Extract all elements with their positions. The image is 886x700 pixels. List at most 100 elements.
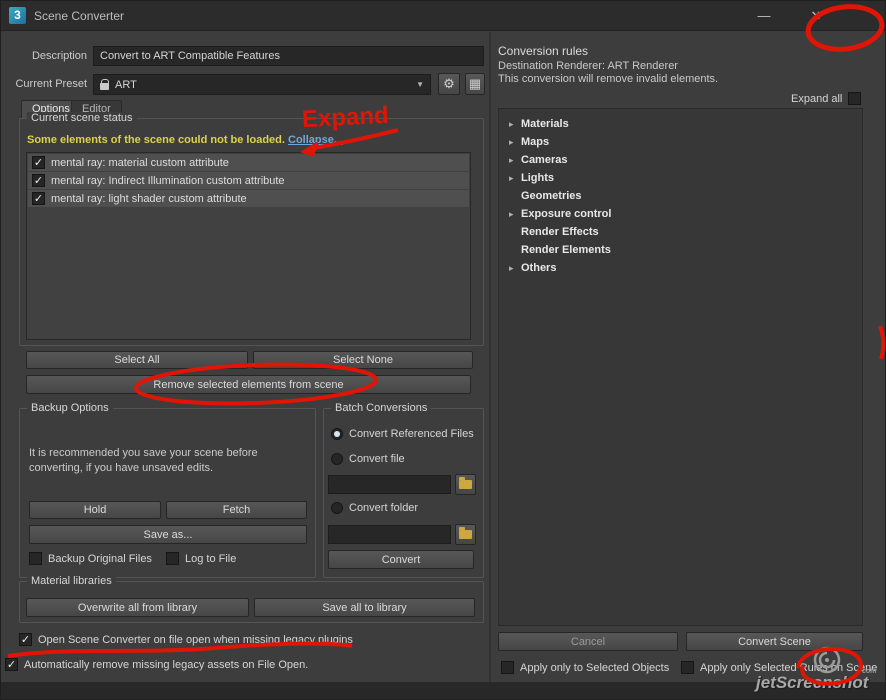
convert-folder-label: Convert folder bbox=[349, 502, 419, 514]
chevron-right-icon[interactable]: ▸ bbox=[509, 137, 521, 148]
apply-selected-rules-label: Apply only Selected Rules on Scene bbox=[700, 661, 878, 674]
cancel-button[interactable]: Cancel bbox=[498, 632, 678, 651]
chevron-right-icon[interactable]: ▸ bbox=[509, 173, 521, 184]
warning-text: Some elements of the scene could not be … bbox=[27, 134, 285, 146]
tree-item-materials[interactable]: ▸ Materials bbox=[499, 115, 862, 133]
folder-icon bbox=[459, 527, 472, 539]
bottom-strip bbox=[1, 682, 885, 699]
tree-item-label: Others bbox=[521, 262, 557, 274]
current-preset-dropdown[interactable]: ART ▼ bbox=[93, 74, 431, 95]
backup-note: It is recommended you save your scene be… bbox=[29, 447, 258, 474]
select-none-button[interactable]: Select None bbox=[253, 351, 473, 369]
open-on-missing-checkbox-row[interactable]: ✓ Open Scene Converter on file open when… bbox=[19, 633, 353, 646]
scene-status-list[interactable]: ✓ mental ray: material custom attribute … bbox=[26, 152, 471, 340]
convert-referenced-radio-row[interactable]: Convert Referenced Files bbox=[331, 428, 474, 440]
conversion-rules-tree[interactable]: ▸ Materials ▸ Maps ▸ Cameras ▸ Lights Ge… bbox=[498, 108, 863, 626]
open-on-missing-checkbox[interactable]: ✓ bbox=[19, 633, 32, 646]
preset-settings-button[interactable]: ⚙ bbox=[438, 73, 460, 95]
row-label: mental ray: light shader custom attribut… bbox=[51, 192, 247, 205]
scene-status-row[interactable]: ✓ mental ray: light shader custom attrib… bbox=[28, 190, 469, 207]
panel-splitter[interactable] bbox=[489, 32, 491, 699]
convert-file-radio[interactable] bbox=[331, 453, 343, 465]
expand-all-checkbox-row[interactable]: Expand all bbox=[791, 92, 862, 105]
scene-status-row[interactable]: ✓ mental ray: Indirect Illumination cust… bbox=[28, 172, 469, 189]
tree-item-label: Exposure control bbox=[521, 208, 612, 220]
conversion-rules-title: Conversion rules bbox=[498, 44, 589, 58]
apply-selected-rules-checkbox-row[interactable]: Apply only Selected Rules on Scene bbox=[681, 661, 877, 674]
apply-selected-objects-label: Apply only to Selected Objects bbox=[520, 661, 670, 674]
row-checkbox[interactable]: ✓ bbox=[32, 156, 45, 169]
current-preset-label: Current Preset bbox=[15, 78, 87, 90]
scene-status-group-label: Current scene status bbox=[27, 112, 137, 124]
log-to-file-label: Log to File bbox=[185, 552, 237, 565]
chevron-right-icon[interactable]: ▸ bbox=[509, 119, 521, 130]
backup-original-label: Backup Original Files bbox=[48, 552, 152, 565]
folder-icon bbox=[459, 477, 472, 489]
log-to-file-checkbox[interactable] bbox=[166, 552, 179, 565]
tree-item-lights[interactable]: ▸ Lights bbox=[499, 169, 862, 187]
tree-item-maps[interactable]: ▸ Maps bbox=[499, 133, 862, 151]
row-label: mental ray: material custom attribute bbox=[51, 156, 229, 169]
convert-folder-radio-row[interactable]: Convert folder bbox=[331, 502, 418, 514]
backup-original-checkbox[interactable] bbox=[29, 552, 42, 565]
tree-item-others[interactable]: ▸ Others bbox=[499, 259, 862, 277]
close-button[interactable]: ✕ bbox=[801, 8, 831, 24]
chevron-right-icon[interactable]: ▸ bbox=[509, 209, 521, 220]
save-as-button[interactable]: Save as... bbox=[29, 525, 307, 544]
convert-file-path-input[interactable] bbox=[328, 475, 451, 494]
current-preset-value: ART bbox=[115, 78, 137, 91]
select-all-button[interactable]: Select All bbox=[26, 351, 248, 369]
description-input[interactable] bbox=[93, 46, 484, 66]
batch-conversions-group-label: Batch Conversions bbox=[331, 402, 432, 414]
remove-selected-button[interactable]: Remove selected elements from scene bbox=[26, 375, 471, 394]
scene-status-row[interactable]: ✓ mental ray: material custom attribute bbox=[28, 154, 469, 171]
convert-button[interactable]: Convert bbox=[328, 550, 474, 569]
auto-remove-checkbox-row[interactable]: ✓ Automatically remove missing legacy as… bbox=[5, 658, 308, 671]
caret-down-icon[interactable]: ▼ bbox=[416, 80, 424, 89]
tree-item-render-effects[interactable]: Render Effects bbox=[499, 223, 862, 241]
expand-all-checkbox[interactable] bbox=[848, 92, 862, 105]
tree-item-render-elements[interactable]: Render Elements bbox=[499, 241, 862, 259]
chevron-right-icon[interactable]: ▸ bbox=[509, 155, 521, 166]
minimize-button[interactable]: — bbox=[749, 8, 779, 23]
chevron-right-icon[interactable]: ▸ bbox=[509, 263, 521, 274]
open-on-missing-label: Open Scene Converter on file open when m… bbox=[38, 633, 353, 646]
convert-folder-path-input[interactable] bbox=[328, 525, 451, 544]
scene-status-warning: Some elements of the scene could not be … bbox=[27, 134, 343, 146]
browse-folder-button[interactable] bbox=[455, 524, 476, 545]
tree-item-label: Cameras bbox=[521, 154, 568, 166]
hold-button[interactable]: Hold bbox=[29, 501, 161, 519]
auto-remove-label: Automatically remove missing legacy asse… bbox=[24, 658, 309, 671]
convert-referenced-label: Convert Referenced Files bbox=[349, 428, 474, 440]
apply-selected-rules-checkbox[interactable] bbox=[681, 661, 694, 674]
apply-selected-objects-checkbox-row[interactable]: Apply only to Selected Objects bbox=[501, 661, 669, 674]
tree-item-geometries[interactable]: Geometries bbox=[499, 187, 862, 205]
window-title: Scene Converter bbox=[34, 8, 125, 23]
tree-item-cameras[interactable]: ▸ Cameras bbox=[499, 151, 862, 169]
scene-converter-window: 3 Scene Converter — ✕ Description Curren… bbox=[0, 0, 886, 700]
convert-referenced-radio[interactable] bbox=[331, 428, 343, 440]
row-checkbox[interactable]: ✓ bbox=[32, 192, 45, 205]
browse-file-button[interactable] bbox=[455, 474, 476, 495]
row-checkbox[interactable]: ✓ bbox=[32, 174, 45, 187]
auto-remove-checkbox[interactable]: ✓ bbox=[5, 658, 18, 671]
overwrite-library-button[interactable]: Overwrite all from library bbox=[26, 598, 249, 617]
save-preset-button[interactable]: ▦ bbox=[465, 73, 485, 95]
save-preset-icon: ▦ bbox=[468, 76, 482, 91]
convert-scene-button[interactable]: Convert Scene bbox=[686, 632, 863, 651]
backup-options-group-label: Backup Options bbox=[27, 402, 113, 414]
gear-icon: ⚙ bbox=[443, 76, 455, 91]
apply-selected-objects-checkbox[interactable] bbox=[501, 661, 514, 674]
convert-folder-radio[interactable] bbox=[331, 502, 343, 514]
backup-original-checkbox-row[interactable]: Backup Original Files bbox=[29, 552, 152, 565]
save-library-button[interactable]: Save all to library bbox=[254, 598, 475, 617]
description-label: Description bbox=[31, 50, 87, 62]
convert-file-radio-row[interactable]: Convert file bbox=[331, 453, 405, 465]
3ds-max-app-icon: 3 bbox=[9, 7, 26, 24]
collapse-link[interactable]: Collapse... bbox=[288, 134, 343, 146]
fetch-button[interactable]: Fetch bbox=[166, 501, 307, 519]
log-to-file-checkbox-row[interactable]: Log to File bbox=[166, 552, 236, 565]
tree-item-label: Geometries bbox=[521, 190, 582, 202]
tree-item-exposure-control[interactable]: ▸ Exposure control bbox=[499, 205, 862, 223]
expand-all-label: Expand all bbox=[791, 92, 843, 105]
